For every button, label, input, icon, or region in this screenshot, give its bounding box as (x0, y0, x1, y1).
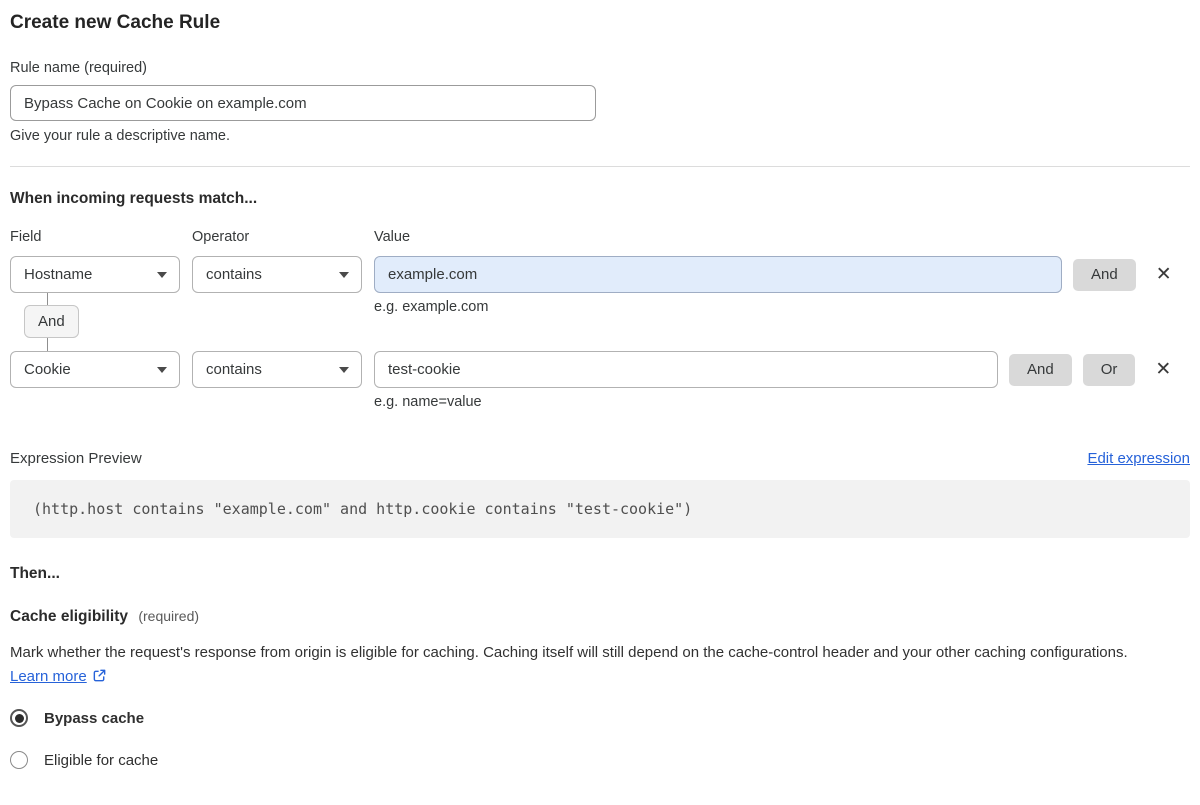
field-dropdown-value: Hostname (24, 266, 93, 283)
expression-code-block: (http.host contains "example.com" and ht… (10, 480, 1190, 538)
learn-more-link[interactable]: Learn more (10, 668, 87, 685)
cache-eligibility-header: Cache eligibility (required) (10, 608, 1190, 626)
bypass-cache-option[interactable]: Bypass cache (10, 709, 1190, 727)
then-heading: Then... (10, 565, 60, 582)
value-hint: e.g. example.com (374, 299, 489, 315)
external-link-icon (92, 667, 107, 691)
chevron-down-icon (339, 366, 349, 373)
connector-line (47, 293, 48, 305)
expression-preview-label: Expression Preview (10, 450, 142, 467)
field-dropdown-value: Cookie (24, 361, 71, 378)
chevron-down-icon (157, 271, 167, 278)
value-input[interactable] (374, 256, 1062, 293)
condition-connector-area: e.g. example.com And (10, 293, 1190, 351)
eligible-for-cache-option[interactable]: Eligible for cache (10, 751, 1190, 769)
radio-dot (14, 713, 24, 723)
cache-eligibility-title: Cache eligibility (10, 608, 129, 625)
rule-name-input[interactable] (10, 85, 596, 121)
operator-dropdown[interactable]: contains (192, 351, 362, 388)
create-cache-rule-page: Create new Cache Rule Rule name (require… (0, 12, 1200, 769)
radio-unselected-icon[interactable] (10, 751, 28, 769)
operator-dropdown[interactable]: contains (192, 256, 362, 293)
rule-name-help-text: Give your rule a descriptive name. (10, 128, 231, 144)
eligible-for-cache-label: Eligible for cache (44, 751, 159, 769)
value-hint: e.g. name=value (374, 394, 482, 410)
required-note: (required) (138, 608, 200, 624)
field-dropdown[interactable]: Hostname (10, 256, 180, 293)
remove-condition-icon[interactable]: ✕ (1149, 356, 1177, 384)
bypass-cache-label: Bypass cache (44, 709, 145, 727)
description-text: Mark whether the request's response from… (10, 644, 1128, 661)
condition-column-headers: Field Operator Value (10, 229, 1190, 245)
radio-selected-icon[interactable] (10, 709, 28, 727)
condition-row: Cookie contains And Or ✕ (10, 351, 1190, 388)
chevron-down-icon (339, 271, 349, 278)
match-section-heading: When incoming requests match... (10, 190, 258, 207)
and-button[interactable]: And (1009, 353, 1072, 386)
or-button[interactable]: Or (1082, 353, 1136, 386)
and-button[interactable]: And (1073, 258, 1136, 291)
operator-column-header: Operator (192, 229, 250, 245)
value-input[interactable] (374, 351, 998, 388)
rule-name-label: Rule name (required) (10, 60, 148, 76)
condition-row: Hostname contains And ✕ (10, 256, 1190, 293)
edit-expression-link[interactable]: Edit expression (1087, 450, 1190, 467)
expression-preview-header: Expression Preview Edit expression (10, 450, 1190, 467)
section-divider (10, 166, 1190, 167)
field-dropdown[interactable]: Cookie (10, 351, 180, 388)
operator-dropdown-value: contains (206, 266, 262, 283)
cache-eligibility-description: Mark whether the request's response from… (10, 641, 1160, 691)
and-connector-chip[interactable]: And (24, 305, 79, 338)
page-title: Create new Cache Rule (10, 12, 221, 33)
operator-dropdown-value: contains (206, 361, 262, 378)
connector-line (47, 338, 48, 351)
field-column-header: Field (10, 229, 42, 245)
value-column-header: Value (374, 229, 411, 245)
chevron-down-icon (157, 366, 167, 373)
remove-condition-icon[interactable]: ✕ (1150, 261, 1178, 289)
